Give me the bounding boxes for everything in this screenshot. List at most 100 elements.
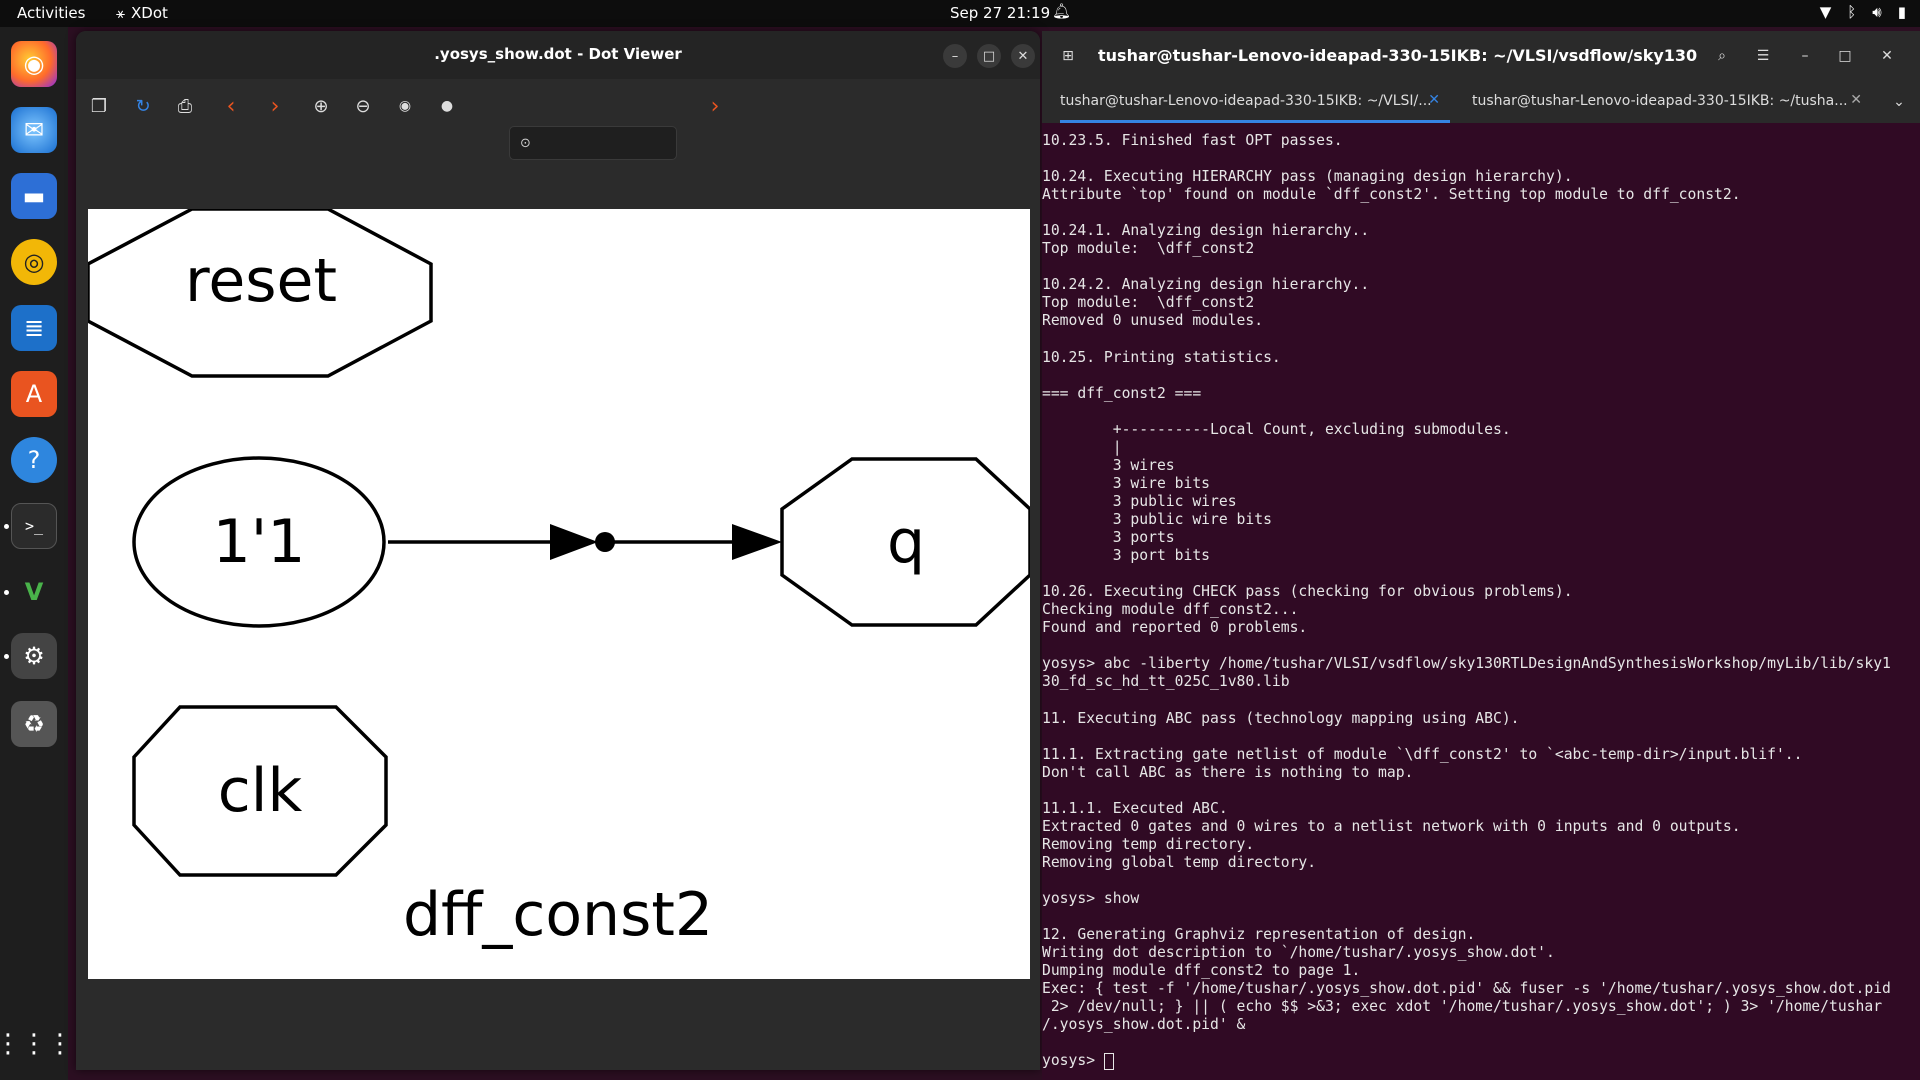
node-q-label: q: [887, 507, 925, 577]
terminal-tab-2[interactable]: tushar@tushar-Lenovo-ideapad-330-15IKB: …: [1472, 81, 1872, 123]
viewer-toolbar: ❐ ↻ ⎙ ‹ › ⊕ ⊖ ◉ ● ⊙ ›: [76, 79, 1040, 160]
terminal-line: Attribute `top' found on module `dff_con…: [1042, 186, 1741, 204]
terminal-line: yosys> abc -liberty /home/tushar/VLSI/vs…: [1042, 655, 1891, 673]
node-const-label: 1'1: [213, 507, 306, 577]
terminal-line: Extracted 0 gates and 0 wires to a netli…: [1042, 817, 1741, 835]
close-button[interactable]: ✕: [1876, 45, 1898, 67]
terminal-line: 11. Executing ABC pass (technology mappi…: [1042, 709, 1520, 727]
wifi-icon: ▼: [1819, 3, 1832, 21]
activities-button[interactable]: Activities: [17, 4, 85, 22]
back-icon[interactable]: ‹: [218, 93, 244, 119]
tab-list-chevron-down-icon[interactable]: ⌄: [1888, 91, 1910, 113]
forward-icon[interactable]: ›: [262, 93, 288, 119]
terminal-titlebar[interactable]: ⊞ tushar@tushar-Lenovo-ideapad-330-15IKB…: [1042, 31, 1920, 81]
node-clk-label: clk: [218, 756, 303, 826]
zoom-100-icon[interactable]: ●: [434, 93, 460, 119]
notification-bell-icon[interactable]: 🔔︎: [1052, 2, 1071, 20]
node-reset-label: reset: [185, 246, 337, 316]
terminal-line: Writing dot description to `/home/tushar…: [1042, 944, 1555, 962]
settings-icon[interactable]: ⚙: [11, 633, 57, 679]
search-icon[interactable]: ⌕: [1711, 45, 1733, 67]
terminal-line: Checking module dff_const2...: [1042, 601, 1299, 619]
terminal-line: +----------Local Count, excluding submod…: [1042, 420, 1511, 438]
graph-svg: reset 1'1 q clk dff_const2: [88, 209, 1030, 950]
minimize-button[interactable]: –: [943, 44, 967, 68]
terminal-line: 10.24. Executing HIERARCHY pass (managin…: [1042, 168, 1573, 186]
vim-running-dot: [4, 590, 9, 595]
vim-icon[interactable]: V: [11, 569, 57, 615]
tab-label: tushar@tushar-Lenovo-ideapad-330-15IKB: …: [1060, 93, 1432, 109]
app-center-icon[interactable]: A: [11, 371, 57, 417]
find-next-icon[interactable]: ›: [702, 93, 728, 119]
terminal-line: === dff_const2 ===: [1042, 384, 1202, 402]
trash-icon[interactable]: ♻: [11, 701, 57, 747]
terminal-tab-bar: tushar@tushar-Lenovo-ideapad-330-15IKB: …: [1042, 81, 1920, 123]
rhythmbox-icon[interactable]: ◎: [11, 239, 57, 285]
tab-close-icon[interactable]: ✕: [1850, 92, 1862, 108]
viewer-title: .yosys_show.dot - Dot Viewer: [434, 45, 682, 63]
maximize-button[interactable]: □: [977, 44, 1001, 68]
find-icon: ⊙: [520, 135, 531, 151]
find-input[interactable]: [536, 135, 667, 151]
minimize-button[interactable]: –: [1794, 45, 1816, 67]
terminal-line: Top module: \dff_const2: [1042, 240, 1255, 258]
terminal-line: Removing global temp directory.: [1042, 853, 1317, 871]
dot-viewer-window: .yosys_show.dot - Dot Viewer – □ ✕ ❐ ↻ ⎙…: [76, 31, 1040, 1070]
terminal-window: ⊞ tushar@tushar-Lenovo-ideapad-330-15IKB…: [1042, 31, 1920, 1080]
terminal-line: Removed 0 unused modules.: [1042, 312, 1264, 330]
zoom-fit-icon[interactable]: ◉: [392, 93, 418, 119]
close-button[interactable]: ✕: [1011, 44, 1035, 68]
tab-label: tushar@tushar-Lenovo-ideapad-330-15IKB: …: [1472, 93, 1848, 109]
app-name: XDot: [131, 4, 168, 22]
writer-icon[interactable]: ≣: [11, 305, 57, 351]
viewer-titlebar[interactable]: .yosys_show.dot - Dot Viewer – □ ✕: [76, 31, 1040, 79]
prompt-line[interactable]: yosys>: [1042, 1052, 1920, 1070]
terminal-line: yosys> show: [1042, 889, 1140, 907]
graph-canvas[interactable]: reset 1'1 q clk dff_const2: [88, 209, 1030, 979]
new-tab-icon[interactable]: ⊞: [1057, 45, 1079, 67]
terminal-line: 11.1. Extracting gate netlist of module …: [1042, 745, 1803, 763]
hamburger-menu-icon[interactable]: ☰: [1752, 45, 1774, 67]
terminal-line: 30_fd_sc_hd_tt_025C_1v80.lib: [1042, 673, 1290, 691]
firefox-icon[interactable]: ◉: [11, 41, 57, 87]
print-icon[interactable]: ⎙: [172, 93, 198, 119]
tab-close-icon[interactable]: ✕: [1428, 92, 1440, 108]
terminal-tab-1[interactable]: tushar@tushar-Lenovo-ideapad-330-15IKB: …: [1060, 81, 1450, 123]
dock: ◉ ✉ ▬ ◎ ≣ A ? >_ V ⚙ ♻ ⋮⋮⋮: [0, 27, 73, 1080]
terminal-line: Don't call ABC as there is nothing to ma…: [1042, 763, 1414, 781]
clock[interactable]: Sep 27 21:19: [950, 4, 1050, 22]
prompt: yosys>: [1042, 1052, 1104, 1070]
maximize-button[interactable]: □: [1834, 45, 1856, 67]
zoom-out-icon[interactable]: ⊖: [350, 93, 376, 119]
open-file-icon[interactable]: ❐: [86, 93, 112, 119]
terminal-line: |: [1042, 438, 1122, 456]
terminal-icon[interactable]: >_: [11, 503, 57, 549]
reload-icon[interactable]: ↻: [130, 93, 156, 119]
terminal-line: 3 ports: [1042, 529, 1175, 547]
terminal-line: 2> /dev/null; } || ( echo $$ >&3; exec x…: [1042, 998, 1883, 1016]
find-field[interactable]: ⊙: [509, 126, 677, 160]
terminal-line: /.yosys_show.dot.pid' &: [1042, 1016, 1246, 1034]
terminal-line: Exec: { test -f '/home/tushar/.yosys_sho…: [1042, 980, 1891, 998]
system-tray[interactable]: ▼ ᛒ 🔊︎ ▮: [1820, 3, 1906, 21]
files-icon[interactable]: ▬: [11, 173, 57, 219]
zoom-in-icon[interactable]: ⊕: [308, 93, 334, 119]
module-label: dff_const2: [403, 880, 713, 950]
show-apps-icon[interactable]: ⋮⋮⋮: [0, 1021, 73, 1067]
help-icon[interactable]: ?: [11, 437, 57, 483]
xdot-app-icon: ⚹: [116, 4, 126, 22]
terminal-line: 3 port bits: [1042, 547, 1211, 565]
thunderbird-icon[interactable]: ✉: [11, 107, 57, 153]
app-menu[interactable]: ⚹ XDot: [116, 4, 168, 22]
terminal-output[interactable]: 10.23.5. Finished fast OPT passes. 10.24…: [1042, 132, 1920, 1072]
terminal-line: 10.23.5. Finished fast OPT passes.: [1042, 132, 1343, 149]
terminal-cursor: [1103, 1052, 1114, 1070]
